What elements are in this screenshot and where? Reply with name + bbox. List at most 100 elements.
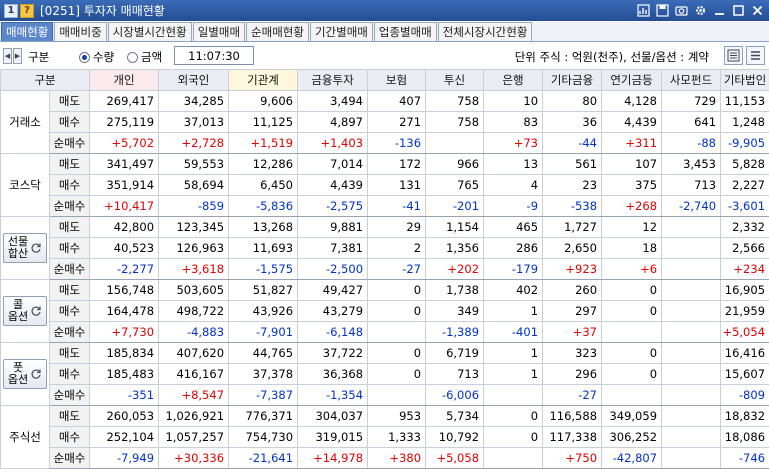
value-cell: 36 — [542, 111, 603, 133]
value-cell: 11,153 — [720, 90, 769, 112]
tab-5[interactable]: 기간별매매 — [309, 22, 373, 41]
next-arrow-icon[interactable]: ▶ — [13, 48, 22, 64]
tab-2[interactable]: 시장별시간현황 — [107, 22, 192, 41]
tab-0[interactable]: 매매현황 — [1, 22, 54, 41]
table-row: 순매수 -2,277 +3,618 -1,575 -2,500 -27 +202 -179 +9… — [1, 258, 769, 280]
column-header[interactable]: 연기금등 — [601, 69, 663, 91]
value-cell: 323 — [542, 342, 603, 364]
gear-icon[interactable] — [692, 2, 708, 18]
radio-dot-icon — [127, 51, 138, 63]
value-cell: 4 — [483, 174, 544, 196]
table-row: 매수 275,119 37,013 11,125 4,897 271 758 83 36 4,43… — [1, 111, 769, 133]
row-type-label: 매수 — [48, 111, 91, 133]
tab-1[interactable]: 매매비중 — [54, 22, 107, 41]
tab-4[interactable]: 순매매현황 — [246, 22, 309, 41]
table-row: 순매수 +5,702 +2,728 +1,519 +1,403 -136 +73 -44 +31… — [1, 132, 769, 154]
tab-6[interactable]: 업종별매매 — [373, 22, 437, 41]
chart-icon[interactable] — [635, 2, 651, 18]
value-cell: 3,453 — [661, 153, 722, 175]
group-cell: 거래소 — [0, 90, 50, 154]
row-type-label: 매도 — [48, 405, 91, 427]
value-cell: 44,765 — [228, 342, 299, 364]
group-cell[interactable]: 선물 합산 — [0, 216, 50, 280]
time-field[interactable]: 11:07:30 — [174, 46, 254, 65]
value-cell: 11,125 — [228, 111, 299, 133]
value-cell: -136 — [367, 132, 427, 154]
column-header[interactable]: 금융투자 — [297, 69, 369, 91]
value-cell: +202 — [425, 258, 485, 280]
column-header[interactable]: 사모펀드 — [661, 69, 722, 91]
value-cell — [367, 384, 427, 406]
value-cell: 1,356 — [425, 237, 485, 259]
value-cell: 2,650 — [542, 237, 603, 259]
value-cell: 953 — [367, 405, 427, 427]
column-header[interactable]: 기타법인 — [720, 69, 769, 91]
group-name-2: 옵션 — [7, 373, 29, 386]
group-toggle-button[interactable]: 콜 옵션 — [3, 296, 47, 326]
tab-3[interactable]: 일별매매 — [192, 22, 246, 41]
value-cell: 375 — [601, 174, 663, 196]
tab-7[interactable]: 전체시장시간현황 — [437, 22, 533, 41]
help-icon[interactable]: ? — [20, 3, 34, 18]
group-cell: 주식선 — [0, 405, 50, 469]
prev-arrow-icon[interactable]: ◀ — [3, 48, 12, 64]
row-type-label: 매수 — [48, 300, 91, 322]
value-cell: -2,740 — [661, 195, 722, 217]
table-row: 매수 185,483 416,167 37,378 36,368 0 713 1 296 0 15,… — [1, 363, 769, 385]
column-header[interactable]: 투신 — [425, 69, 485, 91]
value-cell: 13 — [483, 153, 544, 175]
radio-quantity[interactable]: 수량 — [79, 49, 114, 65]
group-cell[interactable]: 풋 옵션 — [0, 342, 50, 406]
value-cell: 4,128 — [601, 90, 663, 112]
value-cell: 18,832 — [720, 405, 769, 427]
value-cell: 18 — [601, 237, 663, 259]
value-cell: 9,606 — [228, 90, 299, 112]
column-header[interactable]: 보험 — [367, 69, 427, 91]
column-header[interactable]: 기관계 — [228, 69, 299, 91]
value-cell: 5,828 — [720, 153, 769, 175]
list-view-button[interactable] — [724, 46, 743, 65]
title-bar: 1 ? [0251] 투자자 매매현황 — [0, 0, 769, 21]
column-header[interactable]: 기타금융 — [542, 69, 603, 91]
value-cell: 4,439 — [601, 111, 663, 133]
value-cell: 10,792 — [425, 426, 485, 448]
column-header[interactable]: 은행 — [483, 69, 544, 91]
maximize-icon[interactable] — [730, 2, 746, 18]
save-icon[interactable] — [654, 2, 670, 18]
camera-icon[interactable] — [673, 2, 689, 18]
value-cell: 16,416 — [720, 342, 769, 364]
value-cell — [661, 342, 722, 364]
menu-button[interactable] — [746, 46, 765, 65]
value-cell: +1,519 — [228, 132, 299, 154]
close-icon[interactable] — [749, 2, 765, 18]
value-cell: 164,478 — [89, 300, 160, 322]
value-cell: +7,730 — [89, 321, 160, 343]
group-toggle-button[interactable]: 풋 옵션 — [3, 359, 47, 389]
row-type-label: 순매수 — [48, 321, 91, 343]
radio-amount[interactable]: 금액 — [127, 49, 162, 65]
value-cell: 185,834 — [89, 342, 160, 364]
value-cell: 9,881 — [297, 216, 369, 238]
column-header[interactable]: 개인 — [89, 69, 160, 91]
value-cell: 713 — [661, 174, 722, 196]
refresh-icon — [31, 243, 41, 253]
value-cell: 271 — [367, 111, 427, 133]
minimize-icon[interactable] — [711, 2, 727, 18]
group-toggle-button[interactable]: 선물 합산 — [3, 233, 47, 263]
value-cell: 11,693 — [228, 237, 299, 259]
value-cell: 117,338 — [542, 426, 603, 448]
column-header[interactable]: 구분 — [0, 69, 91, 91]
column-header[interactable]: 외국인 — [158, 69, 230, 91]
value-cell: +268 — [601, 195, 663, 217]
value-cell: -44 — [542, 132, 603, 154]
value-cell: +3,618 — [158, 258, 230, 280]
value-cell: 51,827 — [228, 279, 299, 301]
group-cell[interactable]: 콜 옵션 — [0, 279, 50, 343]
window-number-badge[interactable]: 1 — [4, 3, 18, 18]
value-cell — [367, 321, 427, 343]
value-cell: 49,427 — [297, 279, 369, 301]
value-cell: 1,333 — [367, 426, 427, 448]
value-cell: -1,354 — [297, 384, 369, 406]
value-cell: 6,450 — [228, 174, 299, 196]
value-cell — [425, 132, 485, 154]
